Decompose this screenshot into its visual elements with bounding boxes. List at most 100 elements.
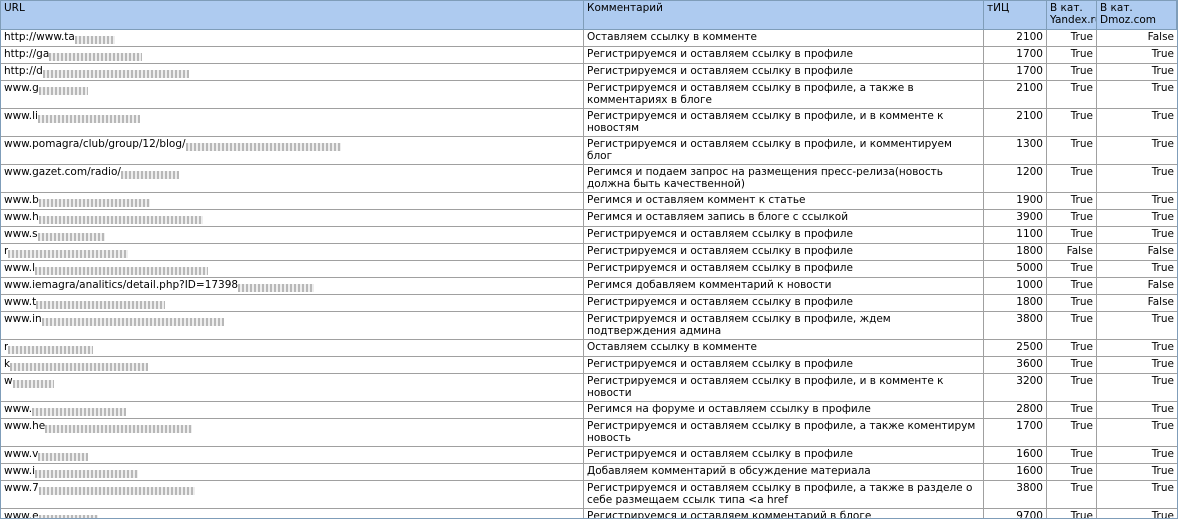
table-row[interactable]: www.b Регимся и оставляем коммент к стать… — [1, 193, 1177, 210]
cell-comment[interactable]: Регистрируемся и оставляем ссылку в проф… — [584, 47, 984, 63]
column-header-tic[interactable]: тИЦ — [984, 1, 1047, 29]
table-row[interactable]: www.iemagra/analitics/detail.php?ID=1739… — [1, 278, 1177, 295]
cell-comment[interactable]: Регимся и подаем запрос на размещения пр… — [584, 165, 984, 192]
cell-yandex[interactable]: True — [1047, 295, 1097, 311]
cell-tic[interactable]: 1600 — [984, 447, 1047, 463]
table-row[interactable]: www.pomagra/club/group/12/blog/Регистрир… — [1, 137, 1177, 165]
cell-tic[interactable]: 3800 — [984, 481, 1047, 508]
cell-url[interactable]: www.t — [1, 295, 584, 311]
cell-comment[interactable]: Регистрируемся и оставляем ссылку в проф… — [584, 227, 984, 243]
cell-yandex[interactable]: True — [1047, 193, 1097, 209]
column-header-dmoz[interactable]: В кат. Dmoz.com — [1097, 1, 1177, 29]
cell-comment[interactable]: Регимся и оставляем коммент к статье — [584, 193, 984, 209]
cell-comment[interactable]: Оставляем ссылку в комменте — [584, 340, 984, 356]
cell-url[interactable]: www.pomagra/club/group/12/blog/ — [1, 137, 584, 164]
column-header-comment[interactable]: Комментарий — [584, 1, 984, 29]
cell-comment[interactable]: Оставляем ссылку в комменте — [584, 30, 984, 46]
cell-comment[interactable]: Регистрируемся и оставляем ссылку в проф… — [584, 64, 984, 80]
cell-yandex[interactable]: False — [1047, 244, 1097, 260]
table-row[interactable]: www.gazet.com/radio/Регимся и подаем зап… — [1, 165, 1177, 193]
cell-tic[interactable]: 3800 — [984, 312, 1047, 339]
cell-comment[interactable]: Добавляем комментарий в обсуждение матер… — [584, 464, 984, 480]
cell-url[interactable]: www.s — [1, 227, 584, 243]
cell-dmoz[interactable]: True — [1097, 481, 1177, 508]
cell-tic[interactable]: 5000 — [984, 261, 1047, 277]
cell-tic[interactable]: 1800 — [984, 244, 1047, 260]
table-row[interactable]: www.he Регистрируемся и оставляем ссылку … — [1, 419, 1177, 447]
cell-yandex[interactable]: True — [1047, 374, 1097, 401]
cell-yandex[interactable]: True — [1047, 402, 1097, 418]
cell-dmoz[interactable]: False — [1097, 30, 1177, 46]
cell-comment[interactable]: Регистрируемся и оставляем ссылку в проф… — [584, 261, 984, 277]
table-row[interactable]: www.7 Регистрируемся и оставляем ссылку в… — [1, 481, 1177, 509]
cell-dmoz[interactable]: False — [1097, 295, 1177, 311]
cell-dmoz[interactable]: True — [1097, 137, 1177, 164]
cell-dmoz[interactable]: True — [1097, 210, 1177, 226]
cell-dmoz[interactable]: True — [1097, 419, 1177, 446]
table-row[interactable]: http://ga Регистрируемся и оставляем ссыл… — [1, 47, 1177, 64]
cell-dmoz[interactable]: True — [1097, 109, 1177, 136]
cell-tic[interactable]: 1700 — [984, 419, 1047, 446]
cell-yandex[interactable]: True — [1047, 47, 1097, 63]
cell-dmoz[interactable]: True — [1097, 374, 1177, 401]
cell-url[interactable]: www.h — [1, 210, 584, 226]
cell-url[interactable]: www.i — [1, 464, 584, 480]
cell-url[interactable]: http://d — [1, 64, 584, 80]
cell-tic[interactable]: 2500 — [984, 340, 1047, 356]
cell-yandex[interactable]: True — [1047, 81, 1097, 108]
cell-comment[interactable]: Регистрируемся и оставляем ссылку в проф… — [584, 374, 984, 401]
cell-dmoz[interactable]: True — [1097, 165, 1177, 192]
cell-url[interactable]: k — [1, 357, 584, 373]
table-row[interactable]: www.in Регистрируемся и оставляем ссылку … — [1, 312, 1177, 340]
table-row[interactable]: http://www.ta Оставляем ссылку в комменте… — [1, 30, 1177, 47]
cell-comment[interactable]: Регистрируемся и оставляем ссылку в проф… — [584, 137, 984, 164]
cell-comment[interactable]: Регистрируемся и оставляем ссылку в проф… — [584, 81, 984, 108]
cell-tic[interactable]: 2100 — [984, 109, 1047, 136]
cell-comment[interactable]: Регистрируемся и оставляем ссылку в проф… — [584, 447, 984, 463]
cell-tic[interactable]: 9700 — [984, 509, 1047, 518]
cell-tic[interactable]: 3200 — [984, 374, 1047, 401]
table-row[interactable]: www.i Добавляем комментарий в обсуждение … — [1, 464, 1177, 481]
cell-tic[interactable]: 1100 — [984, 227, 1047, 243]
cell-url[interactable]: www.l — [1, 261, 584, 277]
cell-tic[interactable]: 1900 — [984, 193, 1047, 209]
cell-yandex[interactable]: True — [1047, 30, 1097, 46]
cell-comment[interactable]: Регистрируемся и оставляем ссылку в проф… — [584, 312, 984, 339]
cell-url[interactable]: www.he — [1, 419, 584, 446]
table-row[interactable]: r Оставляем ссылку в комменте 2500 True True — [1, 340, 1177, 357]
cell-url[interactable]: www.v — [1, 447, 584, 463]
cell-yandex[interactable]: True — [1047, 481, 1097, 508]
cell-yandex[interactable]: True — [1047, 419, 1097, 446]
cell-url[interactable]: www.in — [1, 312, 584, 339]
cell-tic[interactable]: 1700 — [984, 47, 1047, 63]
cell-yandex[interactable]: True — [1047, 165, 1097, 192]
cell-url[interactable]: r — [1, 340, 584, 356]
cell-comment[interactable]: Регистрируемся и оставляем ссылку в проф… — [584, 357, 984, 373]
cell-yandex[interactable]: True — [1047, 464, 1097, 480]
cell-yandex[interactable]: True — [1047, 109, 1097, 136]
table-row[interactable]: http://d Регистрируемся и оставляем ссылк… — [1, 64, 1177, 81]
cell-url[interactable]: w — [1, 374, 584, 401]
cell-url[interactable]: www.7 — [1, 481, 584, 508]
cell-comment[interactable]: Регистрируемся и оставляем ссылку в проф… — [584, 109, 984, 136]
cell-tic[interactable]: 2100 — [984, 30, 1047, 46]
cell-yandex[interactable]: True — [1047, 210, 1097, 226]
cell-dmoz[interactable]: True — [1097, 340, 1177, 356]
column-header-url[interactable]: URL — [1, 1, 584, 29]
cell-url[interactable]: www.gazet.com/radio/ — [1, 165, 584, 192]
cell-comment[interactable]: Регистрируемся и оставляем ссылку в проф… — [584, 244, 984, 260]
cell-tic[interactable]: 1700 — [984, 64, 1047, 80]
cell-dmoz[interactable]: True — [1097, 47, 1177, 63]
cell-yandex[interactable]: True — [1047, 261, 1097, 277]
cell-dmoz[interactable]: True — [1097, 193, 1177, 209]
cell-comment[interactable]: Регистрируемся и оставляем ссылку в проф… — [584, 419, 984, 446]
table-row[interactable]: k Регистрируемся и оставляем ссылку в про… — [1, 357, 1177, 374]
cell-tic[interactable]: 1000 — [984, 278, 1047, 294]
cell-dmoz[interactable]: True — [1097, 81, 1177, 108]
table-row[interactable]: www.t Регистрируемся и оставляем ссылку в… — [1, 295, 1177, 312]
cell-dmoz[interactable]: False — [1097, 244, 1177, 260]
cell-tic[interactable]: 1200 — [984, 165, 1047, 192]
cell-yandex[interactable]: True — [1047, 447, 1097, 463]
cell-yandex[interactable]: True — [1047, 509, 1097, 518]
cell-dmoz[interactable]: True — [1097, 227, 1177, 243]
